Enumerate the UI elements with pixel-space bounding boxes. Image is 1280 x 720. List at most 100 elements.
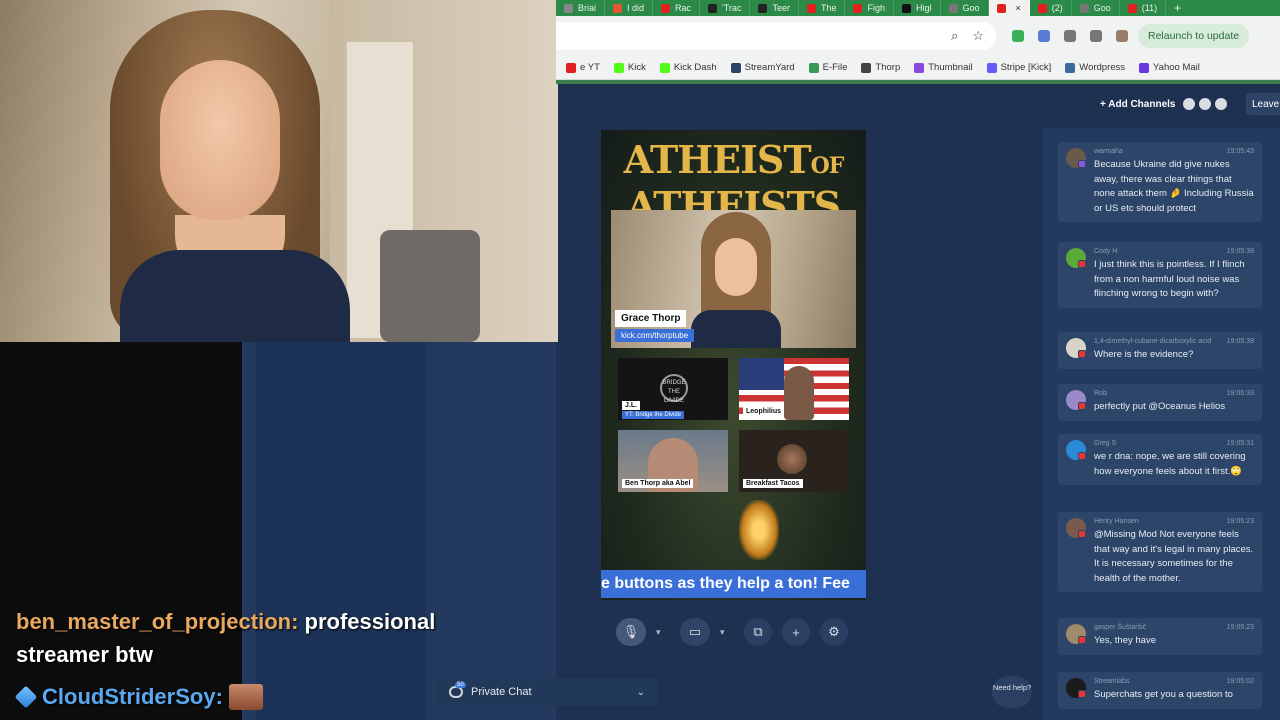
browser-tab[interactable]: Higl <box>894 0 941 16</box>
platform-badge-icon <box>1078 530 1086 538</box>
browser-tab[interactable]: Teer <box>750 0 799 16</box>
bookmark-favicon-icon <box>730 62 741 73</box>
chat-timestamp: 19:05:23 <box>1226 518 1254 525</box>
extension-icon[interactable] <box>1012 30 1024 42</box>
need-help-button[interactable]: Need help? <box>992 676 1032 708</box>
zoom-icon[interactable]: ⌕ <box>951 28 958 44</box>
tab-favicon-icon <box>996 3 1006 13</box>
tab-label: I did <box>627 3 645 13</box>
tab-favicon-icon <box>1037 3 1047 13</box>
chat-message[interactable]: Henry Hansen 19:05:23 @Missing Mod Not eve… <box>1058 512 1262 592</box>
private-chat-button[interactable]: 50 Private Chat ⌄ <box>437 678 657 706</box>
chat-message-header: Cody H 19:05:39 <box>1094 248 1254 255</box>
browser-tab[interactable]: The <box>799 0 846 16</box>
bridge-the-divide-logo: BRIDGE THE DIVIDE <box>660 374 688 404</box>
bookmark-star-icon[interactable]: ☆ <box>972 28 984 44</box>
host-nameplate-sub: kick.com/thorptube <box>615 329 695 342</box>
chat-panel: warmaha 19:05:43 Because Ukraine did give … <box>1042 128 1280 720</box>
overlay-chat-message-2: CloudStriderSoy: <box>14 682 263 712</box>
chat-message[interactable]: Greg S 19:05:31 we r dna: nope, we are sti… <box>1058 434 1262 485</box>
bookmark-item[interactable]: Thumbnail <box>914 62 973 73</box>
platform-badge-icon <box>1078 350 1086 358</box>
chat-message-header: Henry Hansen 19:05:23 <box>1094 518 1254 525</box>
bookmark-item[interactable]: Thorp <box>861 62 900 73</box>
bookmark-label: Yahoo Mail <box>1153 62 1200 73</box>
bookmark-favicon-icon <box>986 62 997 73</box>
chat-message-text: we r dna: nope, we are still covering ho… <box>1094 451 1246 477</box>
browser-tab[interactable]: Goo <box>941 0 989 16</box>
platform-badge-icon <box>1078 452 1086 460</box>
browser-tab[interactable]: I did <box>605 0 654 16</box>
chat-timestamp: 19:05:02 <box>1226 678 1254 685</box>
camera-options-chevron-icon[interactable]: ▾ <box>720 618 734 646</box>
bookmark-item[interactable]: Stripe [Kick] <box>986 62 1051 73</box>
mic-options-chevron-icon[interactable]: ▾ <box>656 618 670 646</box>
guest-video-4: Breakfast Tacos <box>739 430 849 492</box>
guest-sub: YT: Bridge the Divide <box>622 411 685 419</box>
extension-icon[interactable] <box>1064 30 1076 42</box>
tab-label: (2) <box>1051 3 1063 13</box>
relaunch-button[interactable]: Relaunch to update <box>1138 24 1250 48</box>
show-title-of: OF <box>810 153 845 179</box>
bookmark-favicon-icon <box>659 62 670 73</box>
leave-button[interactable]: Leave <box>1246 93 1280 115</box>
studio-toolbar: + Add Channels <box>1100 94 1228 114</box>
extension-icon[interactable] <box>1090 30 1102 42</box>
chat-message[interactable]: warmaha 19:05:43 Because Ukraine did give … <box>1058 142 1262 222</box>
bookmark-item[interactable]: Yahoo Mail <box>1139 62 1200 73</box>
chat-message[interactable]: Streamlabs 19:05:02 Superchats get you a q… <box>1058 672 1262 709</box>
bookmark-label: Kick <box>627 62 646 73</box>
extension-icon[interactable] <box>1116 30 1128 42</box>
add-button[interactable]: + <box>782 618 810 646</box>
show-title-line1: ATHEIST <box>623 137 812 182</box>
platform-badge-icon <box>1078 260 1086 268</box>
browser-tab[interactable]: Briai <box>556 0 606 16</box>
browser-tab[interactable]: (2) <box>1030 0 1072 16</box>
camera-button[interactable]: ▭ <box>680 618 710 646</box>
gear-icon: ⚙ <box>828 624 840 639</box>
bookmark-favicon-icon <box>613 62 624 73</box>
url-field[interactable]: ⌕ ☆ <box>556 22 996 50</box>
chat-message[interactable]: Cody H 19:05:39 I just think this is point… <box>1058 242 1262 308</box>
bookmark-label: Kick Dash <box>673 62 717 73</box>
bookmark-item[interactable]: Kick Dash <box>659 62 717 73</box>
tab-label: Higl <box>915 3 932 13</box>
bookmark-item[interactable]: e YT <box>566 62 600 73</box>
bookmark-label: Thorp <box>875 62 901 73</box>
chat-timestamp: 19:05:23 <box>1226 624 1254 631</box>
browser-tab[interactable]: 'Trac <box>700 0 751 16</box>
bookmark-item[interactable]: StreamYard <box>730 62 795 73</box>
tab-favicon-icon <box>853 3 863 13</box>
guest-video-3: Ben Thorp aka Abel <box>618 430 728 492</box>
chat-message[interactable]: gasper Šuštaršič 19:05:23 Yes, they have <box>1058 618 1262 655</box>
bookmark-item[interactable]: E-File <box>808 62 847 73</box>
plus-icon: + <box>792 624 800 640</box>
tab-label: Goo <box>1093 3 1111 13</box>
tab-label: Goo <box>962 3 980 13</box>
browser-tab[interactable]: × <box>988 0 1030 16</box>
tab-favicon-icon <box>901 3 911 13</box>
bookmark-item[interactable]: Wordpress <box>1065 62 1125 73</box>
chevron-down-icon: ⌄ <box>636 686 645 698</box>
add-channels-button[interactable]: + Add Channels <box>1100 99 1175 110</box>
close-tab-icon[interactable]: × <box>1016 3 1021 13</box>
extension-icon[interactable] <box>1038 30 1050 42</box>
chat-message-header: Greg S 19:05:31 <box>1094 440 1254 447</box>
settings-button[interactable]: ⚙ <box>820 618 848 646</box>
tab-favicon-icon <box>661 3 671 13</box>
browser-tab[interactable]: (11) <box>1120 0 1167 16</box>
share-screen-button[interactable]: ⧉ <box>744 618 772 646</box>
chat-message-text: Because Ukraine did give nukes away, the… <box>1094 159 1254 214</box>
browser-tab[interactable]: Goo <box>1072 0 1120 16</box>
browser-tab[interactable]: Rac <box>653 0 701 16</box>
bookmark-item[interactable]: Kick <box>613 62 646 73</box>
chat-message[interactable]: Rob 19:05:33 perfectly put @Oceanus Helios <box>1058 384 1262 421</box>
browser-tab-bar: Briai I did Rac 'Trac Teer The Figh Higl Goo × (2)… <box>556 0 1280 16</box>
chat-message[interactable]: 1,4-dimethyl-cubane-dicarboxylic acid 19:… <box>1058 332 1262 369</box>
bookmark-label: StreamYard <box>744 62 795 73</box>
chat-username: gasper Šuštaršič <box>1094 624 1147 631</box>
microphone-button[interactable]: 🎙 <box>616 618 646 646</box>
new-tab-icon[interactable]: + <box>1166 1 1189 15</box>
browser-tab[interactable]: Figh <box>845 0 894 16</box>
bookmark-favicon-icon <box>808 62 819 73</box>
